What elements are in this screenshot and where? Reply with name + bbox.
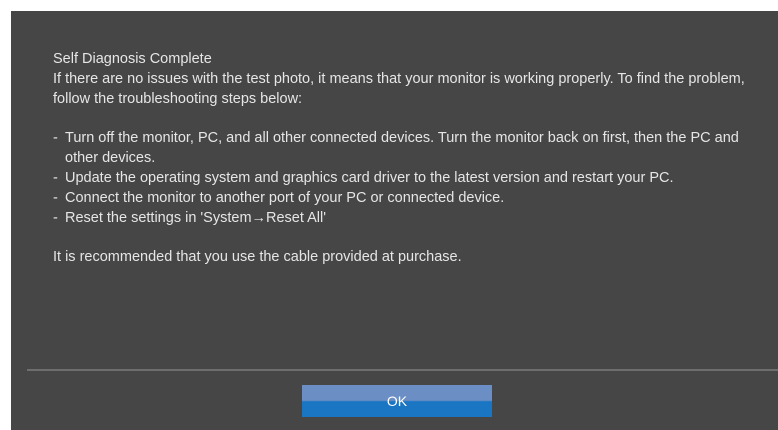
step-bullet: -: [53, 130, 58, 146]
step-item: - Connect the monitor to another port of …: [53, 188, 753, 208]
troubleshooting-steps: - Turn off the monitor, PC, and all other…: [53, 128, 753, 228]
step-text: Turn off the monitor, PC, and all other …: [65, 130, 739, 166]
step-text: Update the operating system and graphics…: [65, 170, 674, 186]
dialog-title: Self Diagnosis Complete: [53, 51, 212, 67]
step-bullet: -: [53, 210, 58, 226]
dialog-divider: [27, 369, 778, 371]
step-text: Reset the settings in 'System→Reset All': [65, 210, 327, 226]
step-item: - Turn off the monitor, PC, and all other…: [53, 128, 753, 168]
step-item: - Update the operating system and graphic…: [53, 168, 753, 188]
step-text: Connect the monitor to another port of y…: [65, 190, 505, 206]
self-diagnosis-dialog: Self Diagnosis Complete If there are no …: [11, 11, 778, 430]
cable-recommendation: It is recommended that you use the cable…: [53, 249, 462, 265]
step-item: - Reset the settings in 'System→Reset All…: [53, 208, 753, 228]
step-bullet: -: [53, 190, 58, 206]
step-bullet: -: [53, 170, 58, 186]
dialog-message: If there are no issues with the test pho…: [53, 71, 745, 107]
dialog-content: Self Diagnosis Complete If there are no …: [53, 49, 753, 267]
ok-button[interactable]: OK: [302, 385, 492, 417]
